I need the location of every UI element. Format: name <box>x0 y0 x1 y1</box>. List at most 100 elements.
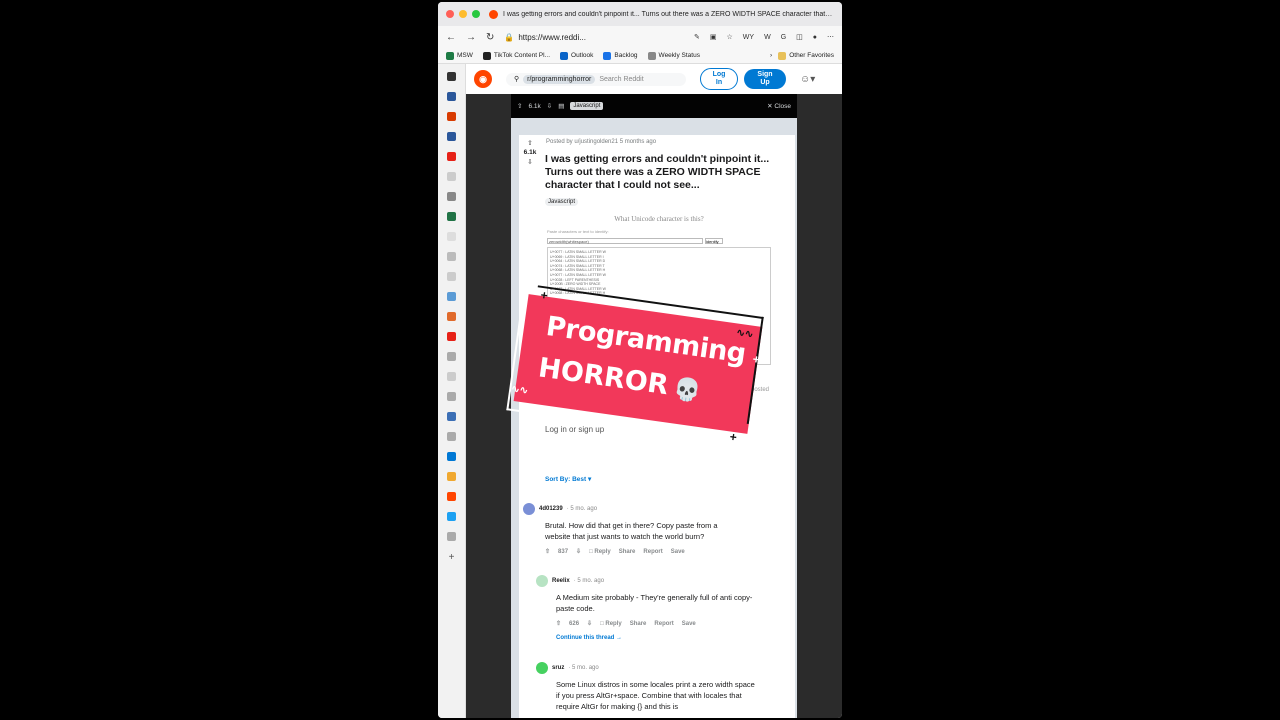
collections-icon[interactable]: ◫ <box>796 33 803 41</box>
close-button[interactable]: ✕ Close <box>767 102 791 110</box>
post-overlay-bar: ⇧ 6.1k ⇩ ▤ Javascript ✕ Close <box>511 94 797 118</box>
post-icon: ▤ <box>558 103 565 110</box>
comment-actions: ⇧ 837 ⇩ □ Reply Share Report Save <box>545 548 745 556</box>
share-button[interactable]: Share <box>630 621 647 627</box>
chevron-right-icon[interactable]: › <box>770 52 772 59</box>
profile-icon[interactable]: ● <box>813 34 817 41</box>
upvote-icon[interactable]: ⇧ <box>517 102 522 110</box>
comment-user[interactable]: sruz <box>552 665 564 671</box>
close-window-button[interactable] <box>446 10 454 18</box>
refresh-icon[interactable]: ↻ <box>486 32 494 43</box>
maximize-window-button[interactable] <box>472 10 480 18</box>
vote-count: 6.1k <box>528 102 541 110</box>
reddit-icon[interactable] <box>447 492 456 501</box>
add-icon[interactable]: + <box>449 552 455 563</box>
word-icon[interactable] <box>447 132 456 141</box>
login-button[interactable]: Log In <box>700 68 738 90</box>
search-input[interactable]: ⚲ r/programminghorror Search Reddit <box>506 72 686 86</box>
youtube-icon[interactable] <box>447 332 456 341</box>
app-icon[interactable] <box>447 272 456 281</box>
reply-button[interactable]: □ Reply <box>589 549 611 555</box>
tab-title[interactable]: I was getting errors and couldn't pinpoi… <box>503 11 834 18</box>
avatar[interactable] <box>523 503 535 515</box>
other-favorites[interactable]: Other Favorites <box>778 51 834 60</box>
flair-badge[interactable]: Javascript <box>545 198 579 206</box>
upvote-icon[interactable]: ⇧ <box>556 620 561 627</box>
app-icon[interactable] <box>447 312 456 321</box>
reddit-logo-icon[interactable]: ◉ <box>474 70 492 88</box>
upvote-icon[interactable]: ⇧ <box>545 548 550 555</box>
sort-dropdown[interactable]: Sort By: Best ▾ <box>545 475 591 483</box>
vscode-icon[interactable] <box>447 452 456 461</box>
app-icon[interactable] <box>447 232 456 241</box>
more-icon[interactable]: ⋯ <box>827 33 834 41</box>
app-icon[interactable] <box>447 472 456 481</box>
screenshot-button: identify <box>705 238 723 244</box>
backlog-icon <box>603 51 612 60</box>
vote-count: 6.1k <box>523 149 537 156</box>
comment-user[interactable]: 4d01239 <box>539 506 563 512</box>
app-icon[interactable] <box>447 192 456 201</box>
reply-button[interactable]: □ Reply <box>600 621 622 627</box>
signup-button[interactable]: Sign Up <box>744 69 786 89</box>
edge-sidebar: + <box>438 64 466 718</box>
downvote-icon[interactable]: ⇩ <box>576 548 581 555</box>
doc-icon[interactable] <box>447 172 456 181</box>
comment-votes: 837 <box>558 548 569 555</box>
youtube-icon[interactable] <box>447 152 456 161</box>
comment-time: · 5 mo. ago <box>573 578 605 584</box>
comment: 4d01239 · 5 mo. ago Brutal. How did that… <box>523 503 745 555</box>
favorite-item[interactable]: Outlook <box>560 51 593 60</box>
favorite-item[interactable]: TikTok Content Pl... <box>482 51 550 60</box>
downvote-icon[interactable]: ⇩ <box>547 102 552 110</box>
post-meta: Posted by u/justingolden21 5 months ago <box>546 139 657 145</box>
read-aloud-icon[interactable]: ✎ <box>694 33 700 41</box>
app-icon[interactable] <box>447 532 456 541</box>
favorite-item[interactable]: Weekly Status <box>647 51 700 60</box>
downvote-icon[interactable]: ⇩ <box>587 620 592 627</box>
grid-icon[interactable] <box>447 252 456 261</box>
app-icon[interactable] <box>447 412 456 421</box>
save-button[interactable]: Save <box>671 549 685 555</box>
downvote-icon[interactable]: ⇩ <box>523 158 537 166</box>
extension-wy[interactable]: WY <box>743 34 754 41</box>
doc-icon[interactable] <box>447 372 456 381</box>
report-button[interactable]: Report <box>654 621 673 627</box>
upvote-icon[interactable]: ⇧ <box>523 139 537 147</box>
favorite-item[interactable]: MSW <box>446 51 473 60</box>
tabs-icon[interactable] <box>447 72 456 81</box>
login-prompt[interactable]: Log in or sign up <box>545 425 604 434</box>
share-button[interactable]: Share <box>619 549 636 555</box>
favorite-item[interactable]: Backlog <box>603 51 638 60</box>
screenshot-subtitle: Paste characters or text to identify: <box>547 229 609 234</box>
post-title[interactable]: I was getting errors and couldn't pinpoi… <box>545 153 781 192</box>
url-field[interactable]: 🔒 https://www.reddi... <box>504 33 586 42</box>
excel-icon[interactable] <box>447 212 456 221</box>
avatar[interactable] <box>536 575 548 587</box>
continue-thread-link[interactable]: Continue this thread → <box>556 635 756 641</box>
subreddit-chip[interactable]: r/programminghorror <box>523 74 596 84</box>
office-icon[interactable] <box>447 112 456 121</box>
comment-body: Brutal. How did that get in there? Copy … <box>545 521 718 541</box>
screenshot-title: What Unicode character is this? <box>614 215 704 223</box>
comment: sruz · 5 mo. ago Some Linux distros in s… <box>536 662 756 712</box>
user-menu-icon[interactable]: ☺▾ <box>800 74 815 85</box>
report-button[interactable]: Report <box>643 549 662 555</box>
split-icon[interactable]: ▣ <box>710 33 717 41</box>
twitter-icon[interactable] <box>447 512 456 521</box>
extension-g[interactable]: G <box>781 34 786 41</box>
google-icon[interactable] <box>447 392 456 401</box>
comment-user[interactable]: Reelix <box>552 578 570 584</box>
favorite-star-icon[interactable]: ☆ <box>727 33 733 41</box>
app-icon[interactable] <box>447 292 456 301</box>
back-icon[interactable]: ← <box>446 32 456 43</box>
save-button[interactable]: Save <box>682 621 696 627</box>
avatar[interactable] <box>536 662 548 674</box>
reddit-header: ◉ ⚲ r/programminghorror Search Reddit Lo… <box>466 64 842 94</box>
google-icon[interactable] <box>447 352 456 361</box>
google-icon[interactable] <box>447 432 456 441</box>
minimize-window-button[interactable] <box>459 10 467 18</box>
forward-icon[interactable]: → <box>466 32 476 43</box>
extension-w[interactable]: W <box>764 34 771 41</box>
word-icon[interactable] <box>447 92 456 101</box>
